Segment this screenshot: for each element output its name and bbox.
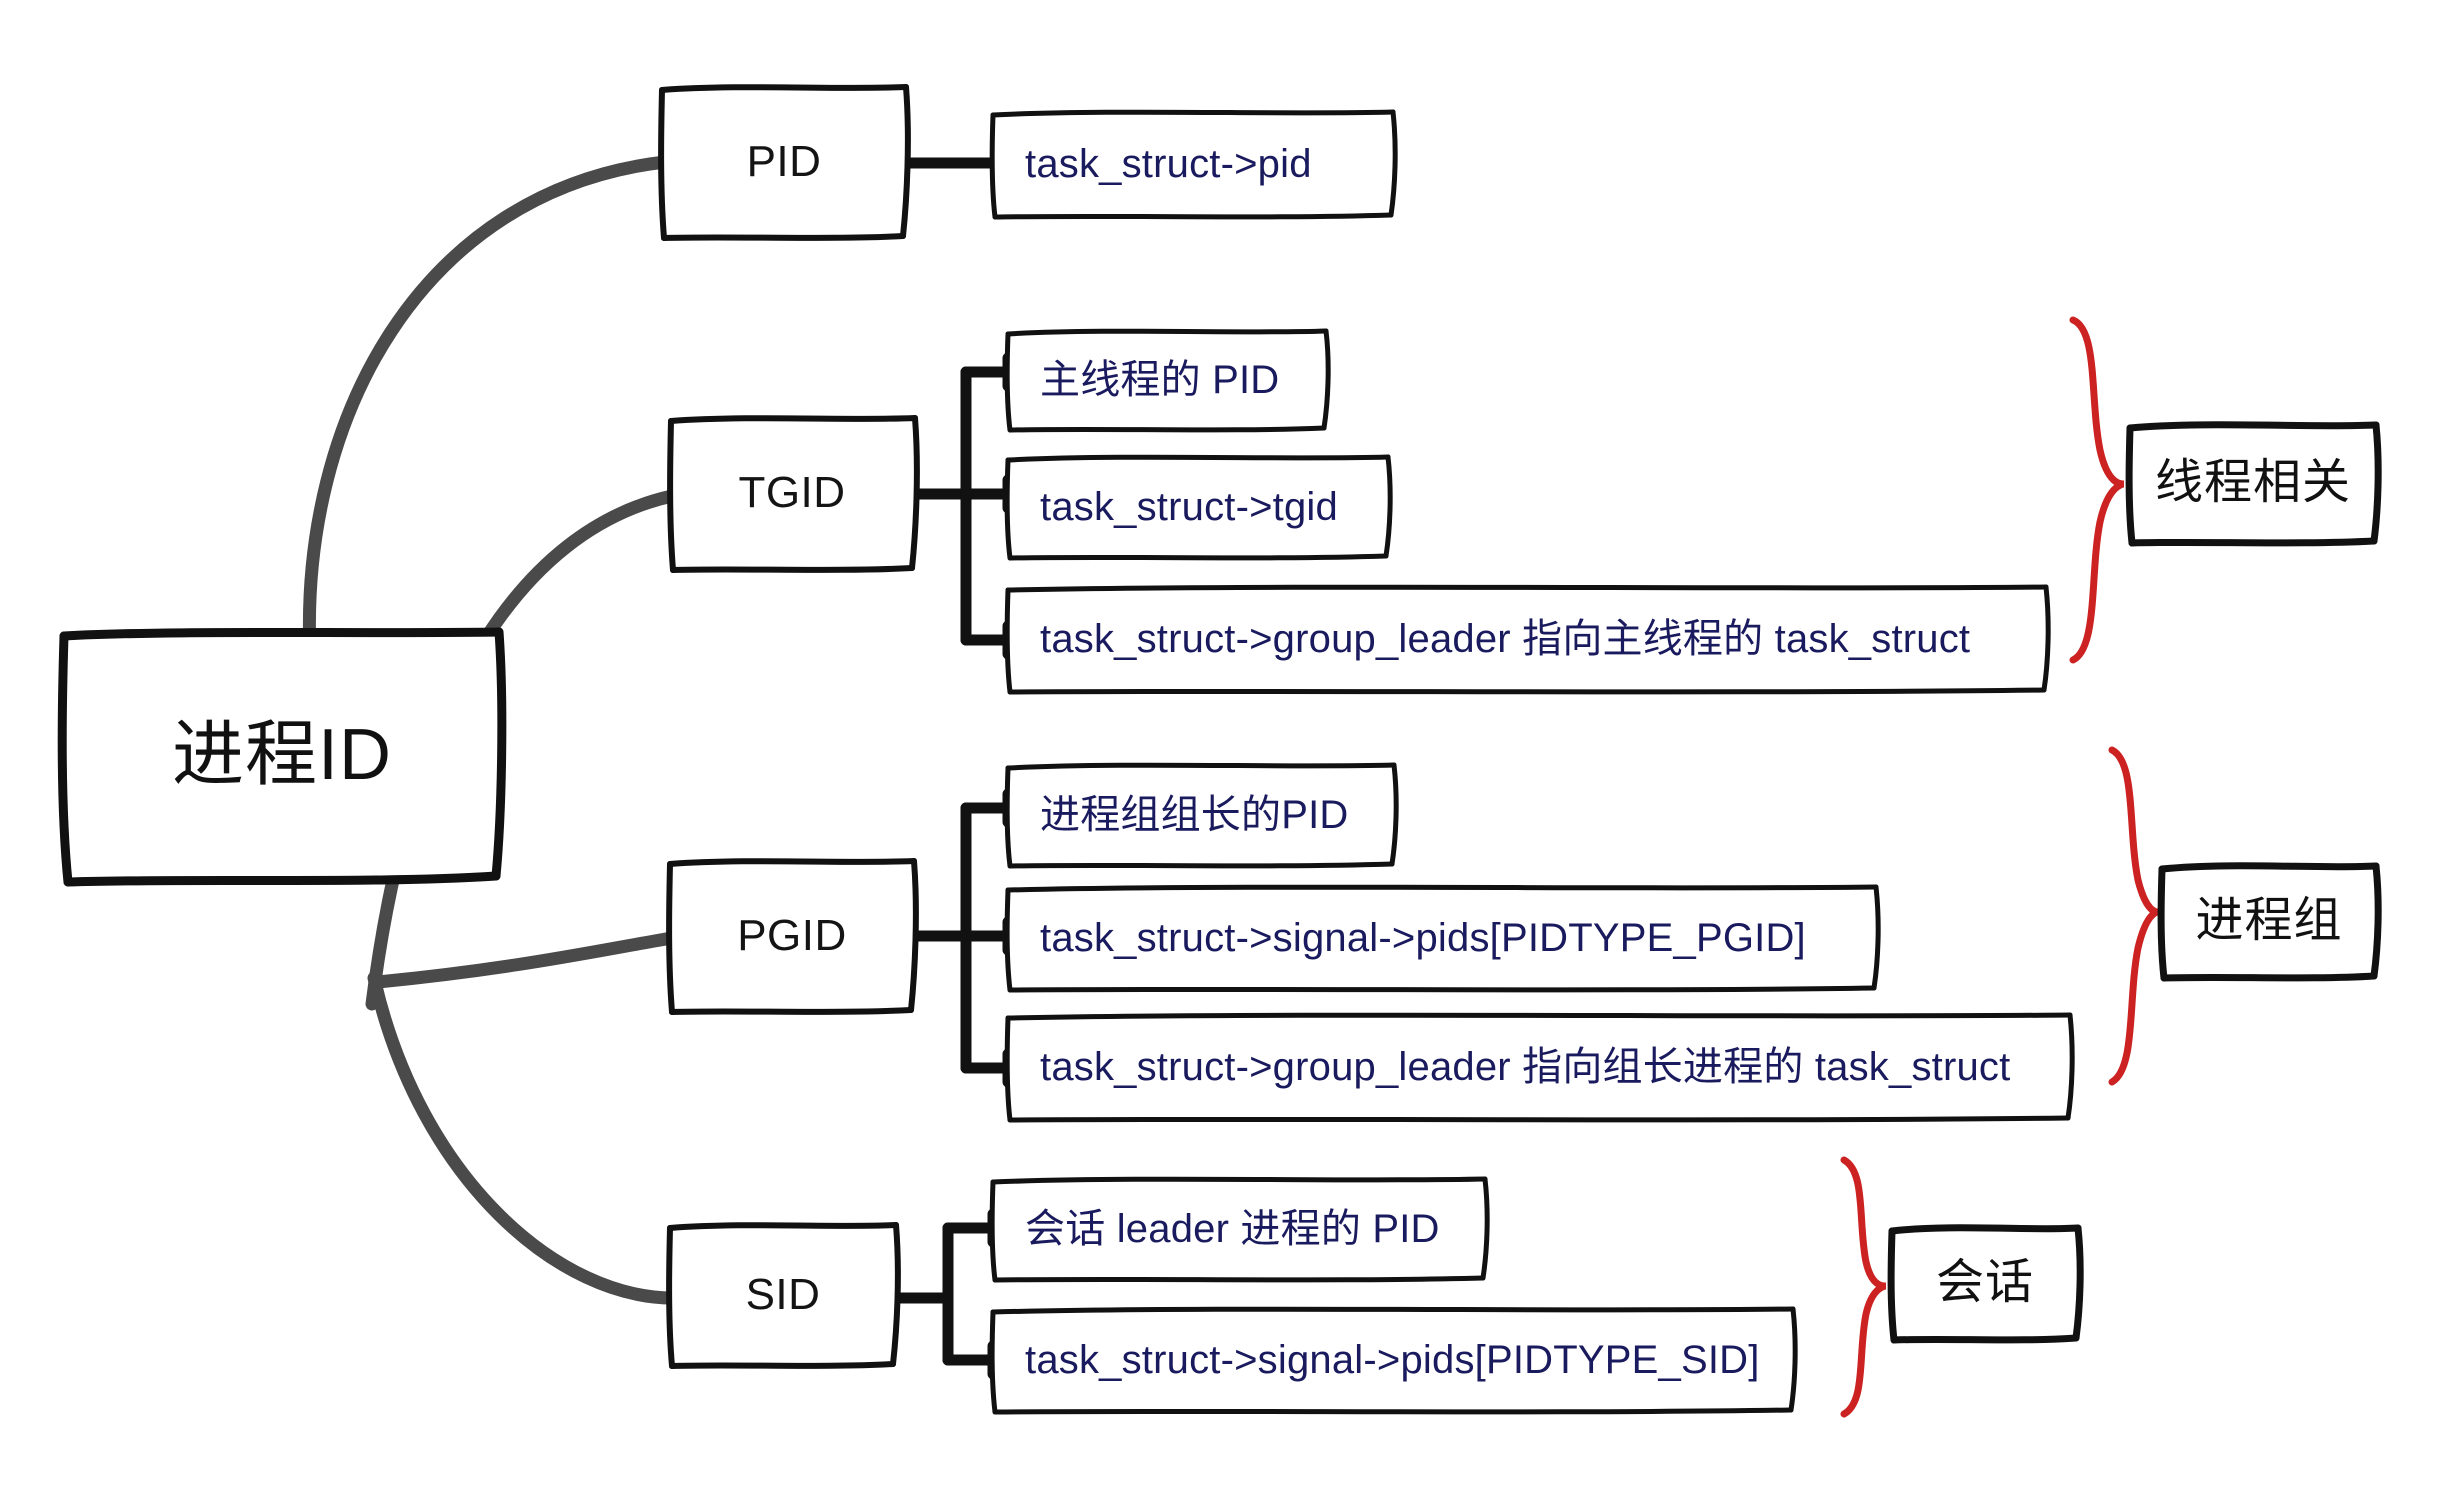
- category-node-pgid[interactable]: PGID: [666, 858, 919, 1015]
- branch-connectors-sid: [890, 1208, 999, 1380]
- brace-thread: [2069, 316, 2125, 664]
- detail-node-tgid-3[interactable]: task_struct->group_leader 指向主线程的 task_st…: [1004, 584, 2051, 695]
- root-node-process-id[interactable]: 进程ID: [57, 627, 507, 887]
- detail-node-label: 进程组组长的PID: [1040, 793, 1349, 837]
- brace-pgroup: [2108, 746, 2159, 1086]
- detail-node-label: task_struct->group_leader 指向主线程的 task_st…: [1040, 617, 1971, 661]
- group-node-label: 线程相关: [2154, 455, 2351, 509]
- detail-node-pgid-1[interactable]: 进程组组长的PID: [1004, 762, 1399, 869]
- detail-node-label: task_struct->group_leader 指向组长进程的 task_s…: [1040, 1045, 2011, 1089]
- detail-node-pid-1[interactable]: task_struct->pid: [989, 109, 1398, 220]
- branch-connectors-pid: [897, 144, 1004, 182]
- connector-root-to-pid: [302, 155, 672, 659]
- detail-node-label: task_struct->signal->pids[PIDTYPE_SID]: [1025, 1338, 1760, 1382]
- group-node-session[interactable]: 会话: [1887, 1224, 2084, 1344]
- branch-connectors-tgid: [907, 352, 1014, 660]
- branch-connectors-pgid: [907, 788, 1014, 1088]
- detail-node-label: task_struct->tgid: [1040, 485, 1338, 529]
- group-node-label: 进程组: [2195, 893, 2343, 947]
- detail-node-label: task_struct->signal->pids[PIDTYPE_PGID]: [1040, 916, 1806, 960]
- detail-node-sid-2[interactable]: task_struct->signal->pids[PIDTYPE_SID]: [989, 1306, 1798, 1415]
- connector-root-to-pgid: [371, 931, 679, 989]
- detail-node-pgid-3[interactable]: task_struct->group_leader 指向组长进程的 task_s…: [1004, 1012, 2075, 1123]
- category-node-label: TGID: [738, 467, 846, 517]
- category-node-pid[interactable]: PID: [658, 84, 911, 241]
- category-node-label: PGID: [737, 910, 847, 960]
- detail-node-pgid-2[interactable]: task_struct->signal->pids[PIDTYPE_PGID]: [1004, 884, 1881, 993]
- category-node-sid[interactable]: SID: [666, 1222, 901, 1369]
- group-node-label: 会话: [1935, 1255, 2034, 1309]
- category-node-label: PID: [746, 136, 822, 186]
- detail-node-label: 会话 leader 进程的 PID: [1025, 1207, 1440, 1251]
- category-node-tgid[interactable]: TGID: [667, 415, 920, 573]
- root-node-label: 进程ID: [171, 715, 392, 796]
- detail-node-tgid-1[interactable]: 主线程的 PID: [1004, 328, 1331, 433]
- detail-node-label: task_struct->pid: [1025, 142, 1312, 186]
- connector-root-to-sid: [367, 971, 683, 1305]
- group-node-thread[interactable]: 线程相关: [2125, 421, 2382, 547]
- group-node-process-group[interactable]: 进程组: [2157, 862, 2382, 982]
- category-node-label: SID: [745, 1269, 821, 1319]
- brace-session: [1840, 1156, 1887, 1418]
- detail-node-sid-1[interactable]: 会话 leader 进程的 PID: [989, 1176, 1490, 1283]
- detail-node-label: 主线程的 PID: [1040, 358, 1280, 402]
- detail-node-tgid-2[interactable]: task_struct->tgid: [1004, 454, 1393, 561]
